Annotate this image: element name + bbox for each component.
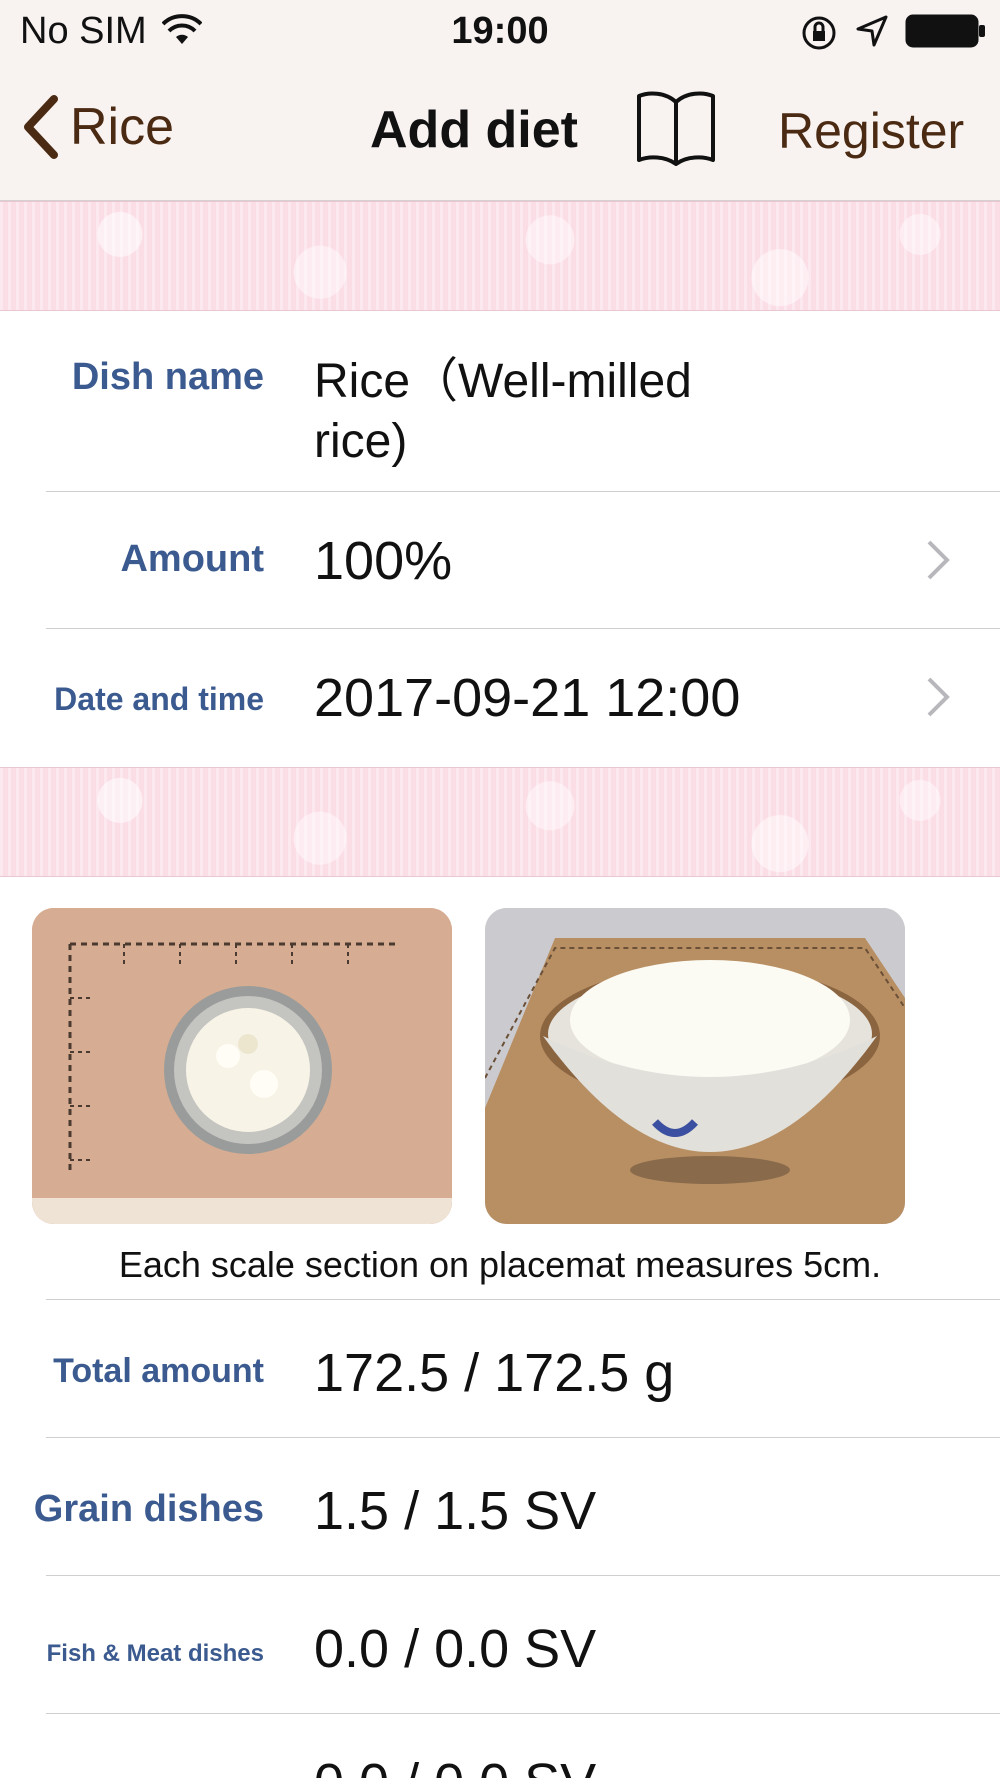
fish-meat-dishes-row: Fish & Meat dishes 0.0 / 0.0 SV: [0, 1576, 1000, 1712]
rotation-lock-icon: [802, 16, 836, 50]
fish-meat-dishes-value: 0.0 / 0.0 SV: [314, 1619, 597, 1679]
dish-name-line-2: rice): [314, 415, 408, 468]
next-category-row: 0.0 / 0.0 SV: [0, 1714, 1000, 1778]
clock: 19:00: [451, 10, 549, 52]
total-amount-label: Total amount: [53, 1352, 264, 1390]
dish-name-row: Dish name Rice（Well-milled rice): [0, 310, 1000, 490]
grain-dishes-row: Grain dishes 1.5 / 1.5 SV: [0, 1438, 1000, 1574]
chevron-right-icon: [927, 540, 950, 580]
back-button-label: Rice: [70, 98, 175, 156]
total-amount-value: 172.5 / 172.5 g: [314, 1343, 675, 1403]
status-bar: No SIM 19:00: [0, 0, 1000, 62]
battery-icon: [905, 14, 985, 48]
decorative-band: [0, 201, 1000, 311]
chevron-left-icon: [24, 95, 58, 159]
date-time-value: 2017-09-21 12:00: [314, 668, 741, 728]
dish-name-label: Dish name: [71, 356, 264, 398]
page-title: Add diet: [370, 101, 578, 159]
amount-label: Amount: [120, 538, 264, 580]
date-time-label: Date and time: [54, 681, 264, 717]
book-icon[interactable]: [635, 88, 717, 168]
next-category-value: 0.0 / 0.0 SV: [314, 1752, 596, 1778]
decorative-band: [0, 767, 1000, 877]
amount-value: 100%: [314, 531, 453, 591]
chevron-right-icon: [927, 677, 950, 717]
fish-meat-dishes-label: Fish & Meat dishes: [46, 1640, 264, 1667]
dish-name-value: Rice（Well-milled rice): [314, 352, 692, 472]
grain-dishes-label: Grain dishes: [33, 1488, 264, 1530]
grain-dishes-value: 1.5 / 1.5 SV: [314, 1481, 597, 1541]
dish-name-line-1: Rice（Well-milled: [314, 355, 692, 408]
register-button[interactable]: Register: [778, 102, 964, 160]
photo-caption: Each scale section on placemat measures …: [118, 1244, 882, 1285]
date-time-row[interactable]: Date and time 2017-09-21 12:00: [0, 629, 1000, 765]
total-amount-row: Total amount 172.5 / 172.5 g: [0, 1300, 1000, 1436]
bowl-side-view-photo[interactable]: [485, 908, 905, 1224]
back-button[interactable]: Rice: [22, 92, 174, 162]
placemat-top-view-photo[interactable]: [32, 908, 452, 1224]
navigation-bar: Rice Add diet Register: [0, 62, 1000, 201]
location-arrow-icon: [856, 15, 888, 47]
amount-row[interactable]: Amount 100%: [0, 492, 1000, 628]
